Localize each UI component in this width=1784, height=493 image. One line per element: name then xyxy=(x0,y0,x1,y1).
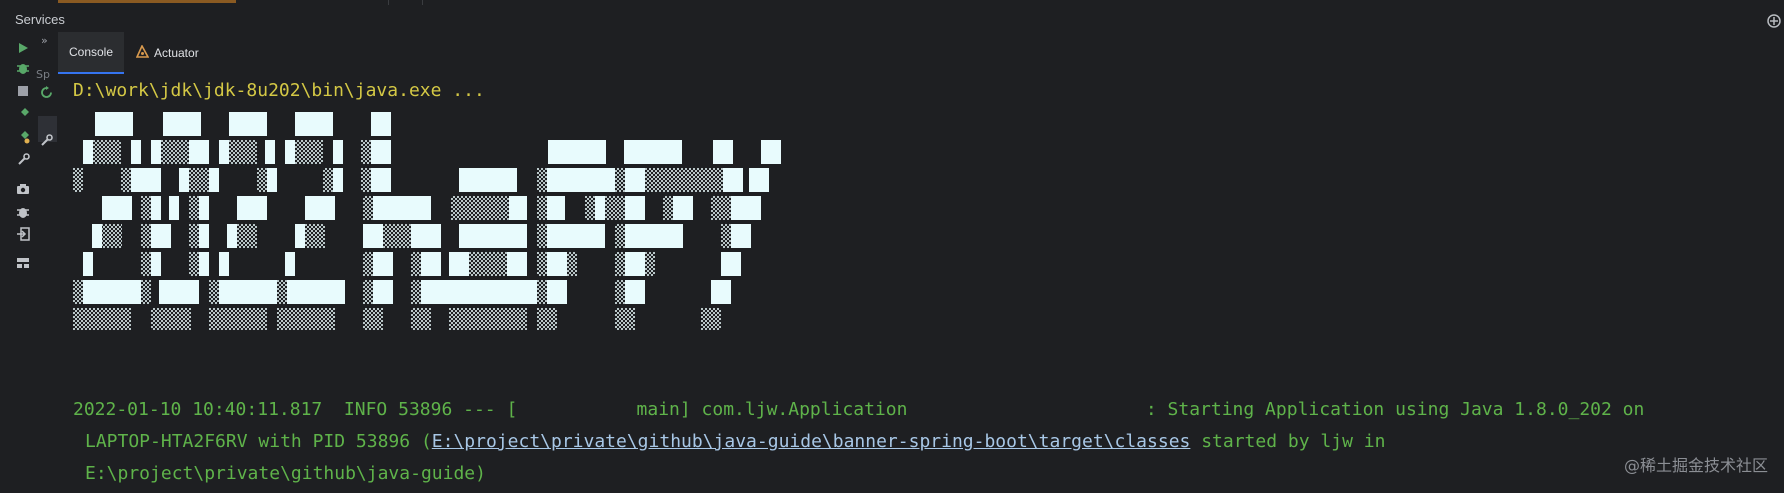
debug-icon[interactable] xyxy=(14,59,32,77)
bug-icon[interactable] xyxy=(14,203,32,221)
log-text: started by ljw in xyxy=(1190,431,1386,452)
tab-console[interactable]: Console xyxy=(58,32,124,74)
tree-node-label[interactable]: Sp xyxy=(36,68,50,81)
console-command-line: D:\work\jdk\jdk-8u202\bin\java.exe ... xyxy=(73,80,485,101)
divider xyxy=(422,0,423,5)
tab-console-label: Console xyxy=(68,45,114,59)
stop-icon[interactable] xyxy=(14,82,32,100)
editor-tab-hint xyxy=(58,0,236,3)
tab-actuator-label: Actuator xyxy=(154,46,199,60)
wrench-icon[interactable] xyxy=(14,150,32,168)
expand-chevron-icon[interactable]: » xyxy=(41,34,48,47)
console-log-line: LAPTOP-HTA2F6RV with PID 53896 (E:\proje… xyxy=(85,431,1385,453)
pin-icon[interactable] xyxy=(14,105,32,123)
login-icon[interactable] xyxy=(14,225,32,243)
tab-actuator[interactable]: Actuator xyxy=(135,32,226,74)
divider xyxy=(388,0,389,5)
wrench-icon[interactable] xyxy=(40,132,53,151)
watermark: @稀土掘金技术社区 xyxy=(1623,456,1768,475)
run-icon[interactable] xyxy=(14,39,32,57)
services-tree: » Sp xyxy=(36,32,59,493)
pin-alt-icon[interactable] xyxy=(14,128,32,146)
layout-icon[interactable] xyxy=(14,254,32,272)
log-text: LAPTOP-HTA2F6RV with PID 53896 ( xyxy=(85,431,432,452)
ascii-art-banner xyxy=(73,112,781,330)
actuator-icon xyxy=(135,44,150,61)
tool-window-tabs: Console Actuator xyxy=(58,32,1784,74)
console-output[interactable]: D:\work\jdk\jdk-8u202\bin\java.exe ... 2… xyxy=(58,74,1784,493)
services-title-bar: Services xyxy=(0,6,1784,32)
console-log-line: 2022-01-10 10:40:11.817 INFO 53896 --- [… xyxy=(73,399,1645,420)
settings-gear-icon[interactable] xyxy=(1766,13,1782,29)
console-log-line: E:\project\private\github\java-guide) xyxy=(85,463,486,484)
panel-title: Services xyxy=(15,12,65,27)
camera-icon[interactable] xyxy=(14,180,32,198)
refresh-icon[interactable] xyxy=(40,84,53,103)
classpath-link[interactable]: E:\project\private\github\java-guide\ban… xyxy=(432,431,1191,452)
left-toolbar xyxy=(0,32,40,493)
